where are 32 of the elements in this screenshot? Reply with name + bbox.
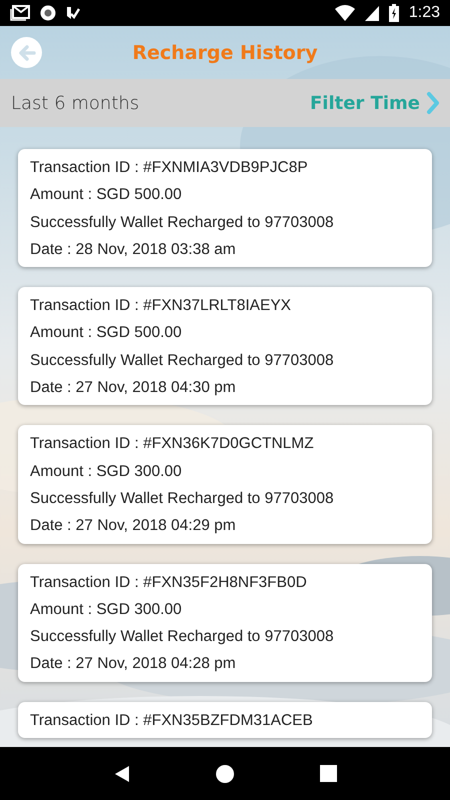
page-title: Recharge History bbox=[132, 42, 318, 64]
transaction-id: Transaction ID : #FXN37LRLT8IAEYX bbox=[30, 296, 292, 316]
signal-icon bbox=[364, 5, 379, 21]
date-text: Date : 27 Nov, 2018 04:29 pm bbox=[30, 516, 237, 536]
date-text: Date : 28 Nov, 2018 03:38 am bbox=[30, 240, 237, 260]
date-text: Date : 27 Nov, 2018 04:28 pm bbox=[30, 654, 237, 674]
circle-icon bbox=[216, 764, 234, 782]
status-message: Successfully Wallet Recharged to 97703008 bbox=[30, 212, 335, 233]
battery-icon bbox=[388, 4, 399, 22]
transaction-id: Transaction ID : #FXN35F2H8NF3FB0D bbox=[30, 572, 308, 593]
mail-icon bbox=[10, 5, 30, 21]
status-message: Successfully Wallet Recharged to 97703008 bbox=[30, 488, 335, 509]
time-range: Last 6 months bbox=[11, 92, 140, 114]
amount-text: Amount : SGD 300.00 bbox=[30, 462, 183, 482]
triangle-icon bbox=[112, 764, 131, 782]
amount-text: Amount : SGD 500.00 bbox=[30, 185, 183, 206]
square-icon bbox=[320, 765, 338, 782]
transaction-id: Transaction ID : #FXN35BZFDM31ACEB bbox=[30, 710, 314, 731]
record-icon bbox=[40, 5, 56, 21]
transaction-id: Transaction ID : #FXNMIA3VDB9PJC8P bbox=[30, 158, 309, 178]
back-arrow-icon bbox=[16, 42, 36, 62]
date-text: Date : 27 Nov, 2018 04:30 pm bbox=[30, 378, 237, 398]
filter-time-button[interactable]: Filter Time bbox=[310, 91, 440, 115]
check-icon bbox=[66, 5, 80, 21]
amount-text: Amount : SGD 500.00 bbox=[30, 323, 183, 344]
status-time: 1:23 bbox=[408, 4, 440, 22]
wifi-icon bbox=[334, 5, 355, 21]
chevron-right-icon bbox=[426, 91, 440, 115]
status-message: Successfully Wallet Recharged to 97703008 bbox=[30, 350, 335, 371]
amount-text: Amount : SGD 300.00 bbox=[30, 600, 183, 620]
transaction-id: Transaction ID : #FXN36K7D0GCTNLMZ bbox=[30, 434, 315, 454]
status-message: Successfully Wallet Recharged to 97703008 bbox=[30, 627, 335, 648]
